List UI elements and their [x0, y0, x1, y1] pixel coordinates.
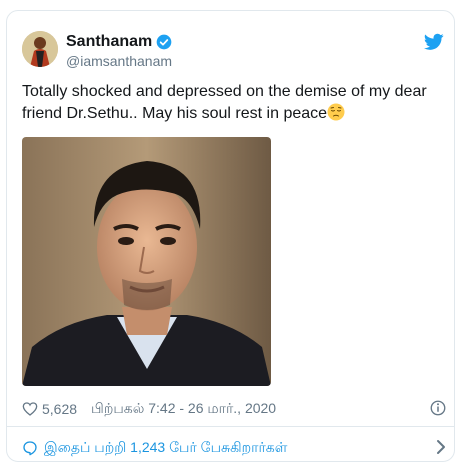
- chevron-right-icon[interactable]: [435, 439, 447, 455]
- author-handle[interactable]: @iamsanthanam: [66, 53, 172, 69]
- author-row[interactable]: Santhanam: [66, 33, 172, 51]
- heart-icon[interactable]: [22, 401, 38, 417]
- twitter-bird-icon[interactable]: [424, 33, 444, 51]
- verified-badge-icon: [156, 34, 172, 50]
- tweet-card: Santhanam @iamsanthanam Totally shocked …: [6, 10, 455, 462]
- pensive-face-emoji: [327, 103, 345, 121]
- tweet-photo[interactable]: [22, 137, 271, 386]
- info-icon[interactable]: [429, 399, 447, 417]
- divider: [7, 426, 454, 427]
- speech-bubble-icon: [23, 441, 37, 456]
- timestamp[interactable]: பிற்பகல் 7:42 - 26 மார்., 2020: [91, 400, 276, 419]
- conversation-label[interactable]: இதைப் பற்றி 1,243 பேர் பேசுகிறார்கள்: [44, 439, 287, 458]
- tweet-text-body: Totally shocked and depressed on the dem…: [22, 83, 427, 122]
- avatar[interactable]: [22, 31, 58, 67]
- conversation-link[interactable]: இதைப் பற்றி 1,243 பேர் பேசுகிறார்கள்: [22, 436, 447, 460]
- like-count[interactable]: 5,628: [42, 401, 77, 417]
- tweet-meta: 5,628 பிற்பகல் 7:42 - 26 மார்., 2020: [22, 399, 447, 419]
- tweet-text: Totally shocked and depressed on the dem…: [22, 81, 447, 125]
- author-name[interactable]: Santhanam: [66, 33, 152, 51]
